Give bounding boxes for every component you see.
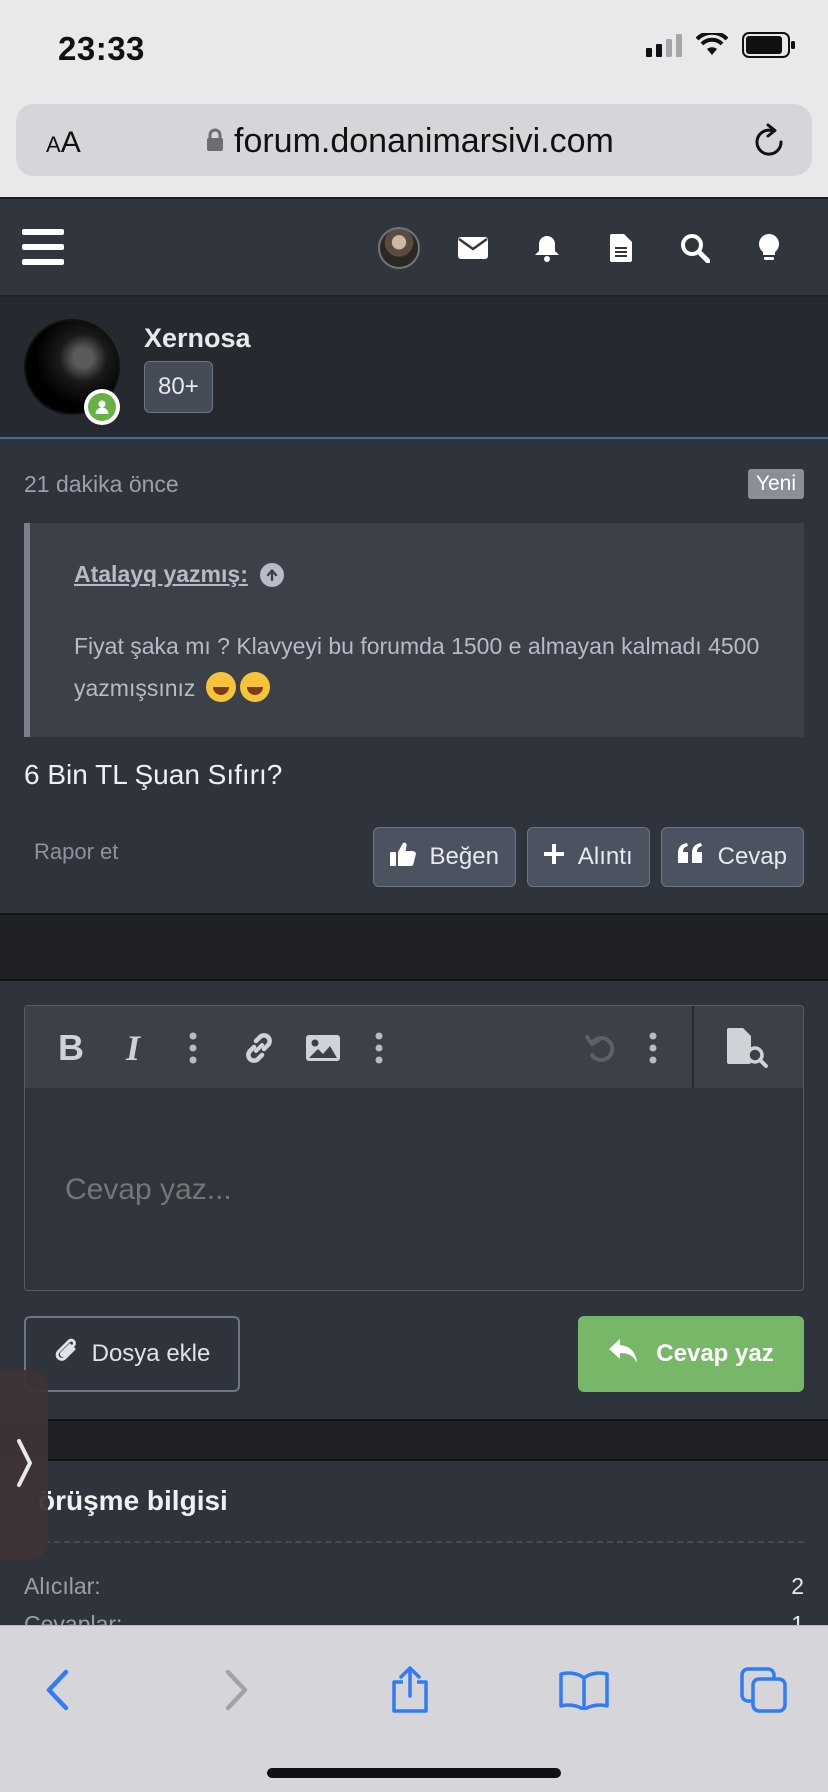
- quote-marks-icon: [677, 842, 704, 872]
- forward-icon[interactable]: [206, 1660, 266, 1720]
- search-icon[interactable]: [658, 224, 732, 272]
- link-icon[interactable]: [237, 1026, 281, 1070]
- message-author: Xernosa 80+: [0, 297, 828, 439]
- conversation-info-divider: [24, 1541, 804, 1543]
- laughing-emoji-icon: [239, 672, 270, 702]
- status-icons: [646, 32, 796, 58]
- back-icon[interactable]: [28, 1660, 88, 1720]
- more-vertical-icon[interactable]: [171, 1026, 215, 1070]
- message-time[interactable]: 21 dakika önce: [24, 471, 179, 498]
- conversation-info-title: örüşme bilgisi: [38, 1485, 228, 1516]
- plus-icon: [542, 843, 565, 871]
- text-size-button[interactable]: AA: [46, 126, 81, 160]
- browser-chrome-top: 23:33 AA forum.donanimarsivi.com: [0, 0, 828, 197]
- tabs-icon[interactable]: [734, 1660, 794, 1720]
- conversation-info-row: Alıcılar: 2: [24, 1573, 804, 1599]
- bold-icon[interactable]: B: [49, 1026, 93, 1070]
- more-vertical-icon[interactable]: [357, 1026, 401, 1070]
- preview-icon[interactable]: [725, 1026, 769, 1070]
- url-display[interactable]: forum.donanimarsivi.com: [206, 122, 614, 161]
- new-badge: Yeni: [747, 469, 804, 499]
- image-icon[interactable]: [301, 1026, 345, 1070]
- laughing-emoji-icon: [205, 672, 236, 702]
- quote-text: Fiyat şaka mı ? Klavyeyi bu forumda 1500…: [74, 633, 760, 702]
- address-bar[interactable]: AA forum.donanimarsivi.com: [16, 104, 812, 176]
- paperclip-icon: [54, 1337, 80, 1372]
- like-button[interactable]: Beğen: [372, 827, 516, 887]
- url-text: forum.donanimarsivi.com: [234, 122, 614, 160]
- arrow-up-circle-icon[interactable]: [259, 562, 284, 587]
- lock-icon: [206, 122, 224, 161]
- status-time: 23:33: [58, 30, 145, 67]
- quick-reply: B I Cevap yaz... Dosya ekle Cevap yaz: [0, 981, 828, 1419]
- chevron-right-icon: [14, 1438, 34, 1493]
- battery-icon: [742, 32, 796, 58]
- online-status-icon: [84, 389, 120, 425]
- author-name[interactable]: Xernosa: [144, 323, 251, 354]
- side-panel-toggle[interactable]: [0, 1370, 48, 1560]
- reply-arrow-icon: [608, 1338, 638, 1371]
- message-actions: Beğen Alıntı Cevap: [372, 827, 804, 887]
- section-separator: [0, 913, 828, 981]
- more-vertical-icon[interactable]: [631, 1026, 675, 1070]
- reply-editor: B I: [24, 1005, 804, 1291]
- reply-input[interactable]: [25, 1088, 803, 1290]
- quote-add-button[interactable]: Alıntı: [526, 827, 650, 887]
- author-rank-badge: 80+: [144, 361, 213, 413]
- home-indicator: [267, 1768, 561, 1778]
- share-icon[interactable]: [380, 1660, 440, 1720]
- message-content: 21 dakika önce Yeni Atalayq yazmış: Fiya…: [0, 439, 828, 913]
- lightbulb-icon[interactable]: [732, 224, 806, 272]
- conversation-info-row: Cevaplar: 1: [24, 1611, 804, 1625]
- envelope-icon[interactable]: [436, 224, 510, 272]
- message-body: 6 Bin TL Şuan Sıfırı?: [24, 759, 283, 790]
- browser-toolbar: [0, 1625, 828, 1792]
- quote-author-link[interactable]: Atalayq yazmış:: [74, 561, 248, 588]
- toolbar-divider: [692, 1006, 694, 1088]
- submit-reply-button[interactable]: Cevap yaz: [578, 1316, 804, 1392]
- report-link[interactable]: Rapor et: [34, 839, 118, 865]
- wifi-icon: [696, 33, 728, 57]
- signal-icon: [646, 33, 682, 57]
- bell-icon[interactable]: [510, 224, 584, 272]
- user-avatar[interactable]: [362, 224, 436, 272]
- attach-file-button[interactable]: Dosya ekle: [24, 1316, 240, 1392]
- italic-icon[interactable]: I: [111, 1026, 155, 1070]
- forum-navbar: [0, 197, 828, 297]
- section-separator: [0, 1419, 828, 1461]
- nav-icons: [362, 224, 806, 272]
- conversation-info: örüşme bilgisi Alıcılar: 2 Cevaplar: 1: [0, 1461, 828, 1625]
- reload-icon[interactable]: [752, 122, 786, 163]
- document-icon[interactable]: [584, 224, 658, 272]
- bookmarks-icon[interactable]: [554, 1660, 614, 1720]
- quote-block: Atalayq yazmış: Fiyat şaka mı ? Klavyeyi…: [24, 523, 804, 737]
- reply-button[interactable]: Cevap: [660, 827, 804, 887]
- thumbs-up-icon: [389, 842, 416, 873]
- undo-icon[interactable]: [579, 1026, 623, 1070]
- menu-icon[interactable]: [22, 229, 64, 265]
- editor-toolbar: B I: [25, 1006, 803, 1088]
- quote-header: Atalayq yazmış:: [74, 561, 284, 588]
